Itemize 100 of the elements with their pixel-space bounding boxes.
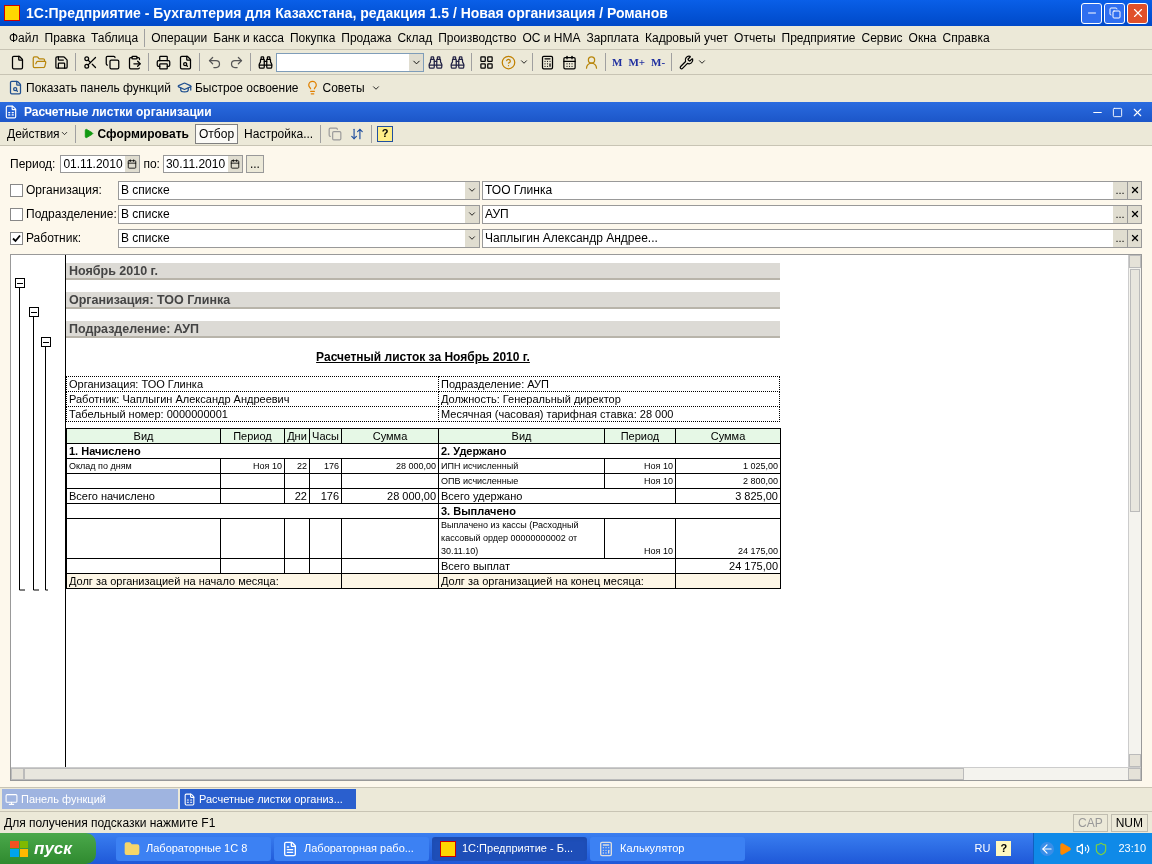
checkbox[interactable] — [10, 183, 23, 197]
menu-item[interactable]: Таблица — [88, 28, 142, 47]
menu-item[interactable]: Продажа — [338, 28, 395, 47]
horizontal-scrollbar[interactable] — [11, 767, 1141, 780]
restore-icon[interactable] — [1112, 106, 1123, 118]
dropdown-icon — [467, 209, 477, 219]
table-cell: Ноя 10 — [604, 473, 676, 489]
table-cell: ИПН исчисленный — [438, 458, 605, 474]
checkbox[interactable] — [10, 207, 23, 221]
monitor-icon — [5, 792, 18, 806]
table-cell: 22 — [284, 488, 310, 504]
menu-item[interactable]: Зарплата — [583, 28, 642, 47]
section-heading: 2. Удержано — [438, 443, 781, 459]
expand-tray-icon[interactable] — [1040, 841, 1055, 856]
menu-item[interactable]: Справка — [939, 28, 993, 47]
value-field[interactable]: Чаплыгин Александр Андрее... ... — [482, 228, 1142, 248]
menu-item[interactable]: Сервис — [858, 28, 906, 47]
table-cell: Всего удержано — [438, 488, 676, 504]
value-field[interactable]: АУП ... — [482, 204, 1142, 224]
close-button[interactable] — [1127, 2, 1148, 24]
start-button[interactable]: пуск — [0, 833, 96, 864]
table-cell: 176 — [309, 458, 342, 474]
condition-dropdown[interactable]: В списке — [118, 204, 480, 224]
select-button[interactable]: ... — [1113, 229, 1127, 247]
menu-item[interactable]: Склад — [394, 28, 436, 47]
clear-button[interactable] — [1127, 229, 1141, 247]
menu-item[interactable]: Банк и касса — [210, 28, 287, 47]
settings-button[interactable]: Настройка... — [240, 124, 318, 143]
menu-item[interactable]: Файл — [6, 28, 42, 47]
column-header: Вид — [438, 428, 605, 444]
group-band: Подразделение: АУП — [66, 321, 780, 338]
windows-logo-icon — [10, 840, 28, 857]
speaker-icon[interactable] — [1076, 841, 1091, 856]
menu-item[interactable]: Окна — [905, 28, 940, 47]
menu-item[interactable]: ОС и НМА — [519, 28, 584, 47]
generate-button[interactable]: Сформировать — [78, 124, 193, 143]
document-icon — [4, 105, 18, 119]
minimize-button[interactable] — [1081, 2, 1102, 24]
menu-item[interactable]: Правка — [41, 28, 89, 47]
checkbox[interactable] — [10, 231, 23, 245]
table-cell: 176 — [309, 488, 342, 504]
toolbar-button[interactable]: Показать панель функций — [8, 78, 171, 97]
window-tab[interactable]: Расчетные листки организ... — [180, 789, 356, 809]
table-cell: Всего начислено — [66, 488, 221, 504]
caret-icon[interactable] — [697, 57, 708, 67]
condition-dropdown[interactable]: В списке — [118, 228, 480, 248]
dropdown-icon — [467, 185, 477, 195]
period-button[interactable]: ... — [245, 155, 264, 173]
taskbar-button[interactable]: Лабораторная рабо... — [274, 836, 429, 861]
select-button[interactable]: ... — [1113, 205, 1127, 223]
toolbar-button[interactable]: Советы — [304, 78, 365, 97]
menu-item[interactable]: Производство — [435, 28, 520, 47]
menu-item[interactable]: Операции — [148, 28, 211, 47]
group-band: Организация: ТОО Глинка — [66, 292, 780, 309]
actions-menu[interactable]: Действия — [4, 124, 72, 143]
menu-item[interactable]: Предприятие — [778, 28, 859, 47]
taskbar-button[interactable]: Лабораторные 1С 8 — [116, 836, 271, 861]
taskbar-button[interactable]: 1С:Предприятие - Б... — [432, 836, 587, 861]
play-icon — [82, 128, 94, 139]
clear-button[interactable] — [1127, 181, 1141, 199]
memory-button[interactable]: M+ — [625, 53, 649, 71]
table-cell: Ноя 10 — [220, 458, 285, 474]
condition-dropdown[interactable]: В списке — [118, 180, 480, 200]
caret-icon[interactable] — [519, 57, 529, 67]
toolbar-button[interactable]: Быстрое освоение — [176, 78, 299, 97]
memory-button[interactable]: M — [609, 53, 626, 71]
value-field[interactable]: ТОО Глинка ... — [482, 180, 1142, 200]
table-cell: 24 175,00 — [675, 518, 781, 559]
table-cell: 1 025,00 — [675, 458, 781, 474]
calendar-icon[interactable] — [127, 159, 138, 169]
table-cell: 22 — [284, 458, 310, 474]
select-button[interactable]: ... — [1113, 181, 1127, 199]
status-indicator: CAP — [1073, 813, 1108, 832]
column-header: Часы — [309, 428, 342, 444]
group-band: Ноябрь 2010 г. — [66, 263, 780, 280]
collapse-button[interactable] — [15, 278, 25, 288]
taskbar-button[interactable]: Калькулятор — [590, 836, 745, 861]
menu-item[interactable]: Отчеты — [731, 28, 779, 47]
vertical-scrollbar[interactable] — [1128, 255, 1141, 767]
language-indicator[interactable]: RU — [974, 840, 991, 857]
report-title: Расчетный листок за Ноябрь 2010 г. — [316, 350, 530, 364]
menu-item[interactable]: Покупка — [286, 28, 339, 47]
collapse-button[interactable] — [41, 337, 51, 347]
help-button[interactable]: ? — [377, 125, 394, 142]
document-icon — [282, 840, 298, 857]
memory-button[interactable]: M- — [648, 53, 669, 71]
collapse-button[interactable] — [29, 307, 39, 317]
clear-button[interactable] — [1127, 205, 1141, 223]
help-indicator[interactable]: ? — [996, 841, 1012, 856]
calendar-icon[interactable] — [229, 159, 240, 169]
menu-item[interactable]: Кадровый учет — [642, 28, 732, 47]
date-field[interactable]: 01.11.2010 — [60, 155, 141, 173]
date-field[interactable]: 30.11.2010 — [162, 155, 243, 173]
info-cell: Подразделение: АУП — [438, 376, 780, 392]
maximize-button[interactable] — [1104, 2, 1125, 24]
table-cell: Всего выплат — [438, 558, 676, 574]
table-cell: 28 000,00 — [341, 488, 439, 504]
app-logo-icon — [4, 5, 20, 21]
magnifier-document-icon — [8, 80, 23, 95]
filter-toggle[interactable]: Отбор — [195, 123, 239, 144]
